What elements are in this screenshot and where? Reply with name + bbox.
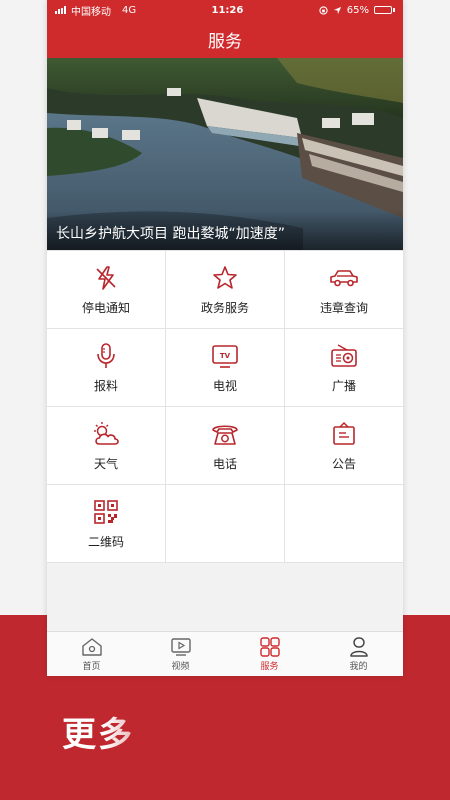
tab-label: 服务 <box>260 661 279 672</box>
service-item-radio[interactable]: 广播 <box>285 329 403 407</box>
service-item-weather[interactable]: 天气 <box>47 407 166 485</box>
service-item-qr-code[interactable]: 二维码 <box>47 485 166 563</box>
service-item-phone[interactable]: 电话 <box>166 407 285 485</box>
empty-cell <box>166 485 285 563</box>
service-label: 二维码 <box>87 534 124 549</box>
grid-icon <box>259 636 280 657</box>
carrier-name: 中国移动 <box>71 6 111 18</box>
tv-icon: TV <box>210 342 240 370</box>
tab-label: 我的 <box>349 661 368 672</box>
weather-icon <box>91 420 121 448</box>
content-spacer <box>47 563 403 631</box>
tab-label: 视频 <box>171 661 190 672</box>
car-icon <box>329 264 359 292</box>
service-label: 广播 <box>331 378 356 393</box>
service-item-tv[interactable]: TV 电视 <box>166 329 285 407</box>
qr-code-icon <box>91 498 121 526</box>
power-off-icon <box>91 264 121 292</box>
news-banner[interactable]: 长山乡护航大项目 跑出婺城“加速度” <box>47 58 403 250</box>
service-label: 报料 <box>93 378 118 393</box>
service-item-power-outage[interactable]: 停电通知 <box>47 251 166 329</box>
banner-caption: 长山乡护航大项目 跑出婺城“加速度” <box>56 226 285 242</box>
notice-icon <box>329 420 359 448</box>
page-title: 服务 <box>208 31 242 51</box>
battery-percent: 65% <box>346 4 369 16</box>
microphone-icon <box>91 342 121 370</box>
tab-home[interactable]: 首页 <box>47 632 136 676</box>
service-label: 公告 <box>331 456 356 471</box>
service-label: 天气 <box>93 456 118 471</box>
bottom-tab-bar: 首页 视频 服务 我的 <box>47 631 403 676</box>
service-label: 违章查询 <box>319 300 368 315</box>
svg-text:TV: TV <box>220 352 231 360</box>
tab-me[interactable]: 我的 <box>314 632 403 676</box>
service-label: 停电通知 <box>81 300 130 315</box>
service-item-violation[interactable]: 违章查询 <box>285 251 403 329</box>
battery-icon <box>373 6 395 14</box>
location-arrow-icon <box>333 6 341 14</box>
page-header: 服务 <box>47 20 403 58</box>
signal-icon <box>55 6 66 14</box>
service-item-government[interactable]: 政务服务 <box>166 251 285 329</box>
empty-cell <box>285 485 403 563</box>
service-label: 政务服务 <box>200 300 249 315</box>
service-grid: 停电通知 政务服务 违章查询 报料 TV 电视 广播 天气 电话 公告 二维码 <box>47 250 403 563</box>
phone-screen: 中国移动 4G 11:26 65% 服务 长山乡护航大项目 跑出婺城“加速度” … <box>47 0 403 676</box>
service-item-notice[interactable]: 公告 <box>285 407 403 485</box>
tab-video[interactable]: 视频 <box>136 632 225 676</box>
tab-label: 首页 <box>82 661 101 672</box>
home-icon <box>81 637 102 656</box>
tab-services[interactable]: 服务 <box>225 632 314 676</box>
promo-fade-overlay <box>104 700 214 760</box>
service-item-report[interactable]: 报料 <box>47 329 166 407</box>
user-icon <box>349 636 368 657</box>
lock-rotation-icon <box>319 5 328 15</box>
star-icon <box>210 264 240 292</box>
video-icon <box>170 637 191 656</box>
clock: 11:26 <box>211 4 244 16</box>
radio-icon <box>329 342 359 370</box>
service-label: 电视 <box>212 378 237 393</box>
network-type: 4G <box>122 4 137 16</box>
telephone-icon <box>210 420 240 448</box>
service-label: 电话 <box>212 456 237 471</box>
status-bar: 中国移动 4G 11:26 65% <box>47 0 403 20</box>
